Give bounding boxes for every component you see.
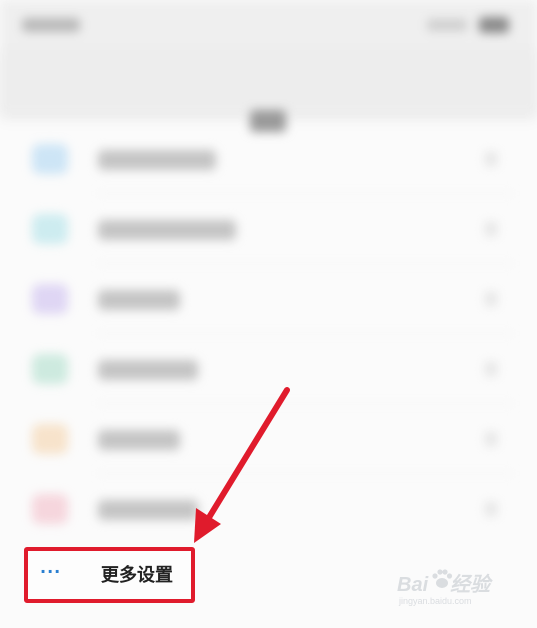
more-settings-item[interactable]: ··· 更多设置 bbox=[24, 547, 195, 603]
item-icon bbox=[32, 424, 68, 454]
item-label bbox=[98, 430, 180, 450]
item-icon bbox=[32, 284, 68, 314]
settings-screen: ··· 更多设置 Bai 经验 jingyan.baidu.com bbox=[0, 0, 537, 628]
list-item[interactable] bbox=[0, 194, 537, 264]
chevron-right-icon bbox=[485, 222, 497, 236]
item-icon bbox=[32, 494, 68, 524]
paw-icon bbox=[432, 569, 453, 588]
list-item[interactable] bbox=[0, 474, 537, 544]
signal-icon bbox=[427, 19, 467, 31]
item-label bbox=[98, 150, 216, 170]
chevron-right-icon bbox=[485, 362, 497, 376]
item-label bbox=[98, 360, 198, 380]
chevron-right-icon bbox=[485, 292, 497, 306]
status-bar bbox=[0, 0, 537, 48]
list-item[interactable] bbox=[0, 334, 537, 404]
item-icon bbox=[32, 354, 68, 384]
chevron-right-icon bbox=[485, 152, 497, 166]
blurred-background bbox=[0, 0, 537, 628]
list-item[interactable] bbox=[0, 264, 537, 334]
status-time bbox=[22, 18, 80, 32]
item-label bbox=[98, 290, 180, 310]
item-label bbox=[98, 500, 198, 520]
battery-icon bbox=[479, 17, 509, 33]
list-item[interactable] bbox=[0, 404, 537, 474]
more-settings-label: 更多设置 bbox=[101, 565, 173, 586]
status-icons bbox=[427, 17, 509, 33]
chevron-right-icon bbox=[485, 432, 497, 446]
watermark-url: jingyan.baidu.com bbox=[399, 596, 472, 606]
item-label bbox=[98, 220, 236, 240]
title-bar bbox=[0, 48, 537, 132]
watermark: Bai 经验 jingyan.baidu.com bbox=[397, 568, 507, 614]
chevron-right-icon bbox=[485, 502, 497, 516]
list-item[interactable] bbox=[0, 124, 537, 194]
item-icon bbox=[32, 144, 68, 174]
more-dots-icon: ··· bbox=[40, 562, 62, 581]
item-icon bbox=[32, 214, 68, 244]
